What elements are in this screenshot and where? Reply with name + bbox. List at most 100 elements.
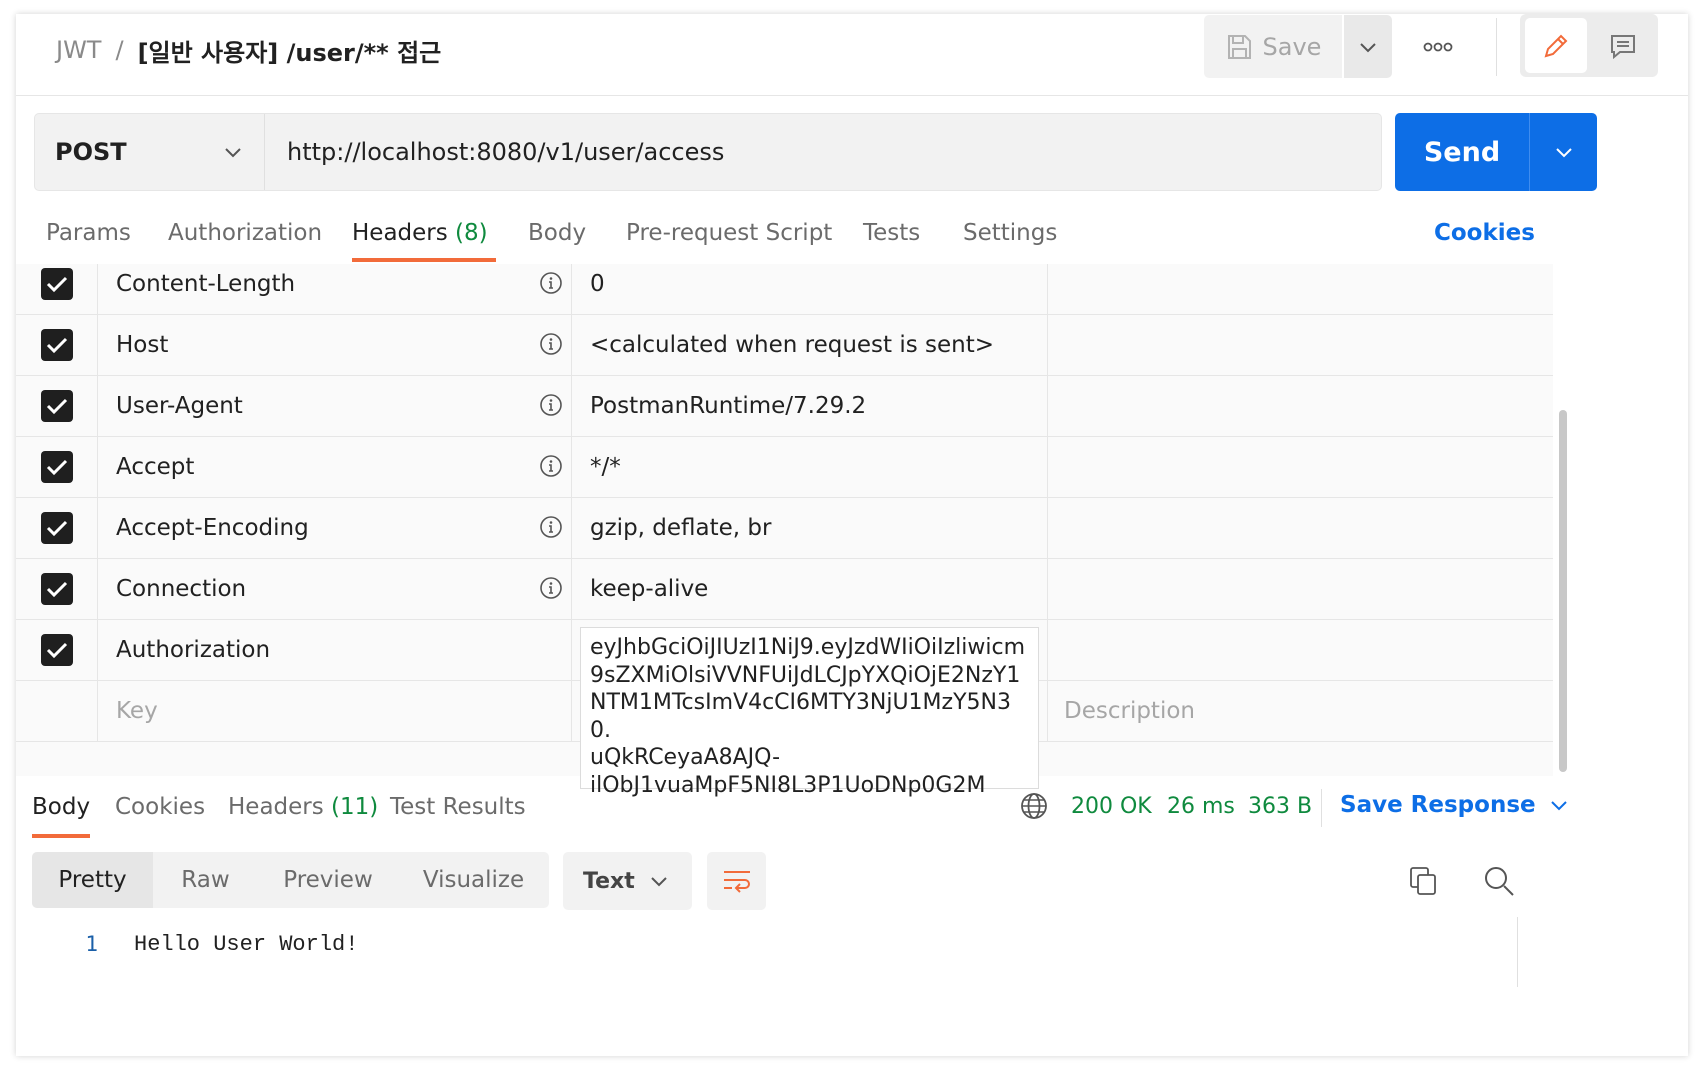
response-body-text[interactable]: Hello User World! <box>134 932 358 957</box>
info-icon[interactable] <box>539 332 563 356</box>
mode-switch <box>1520 14 1658 77</box>
header-value-cell[interactable]: <calculated when request is sent> <box>572 315 1048 375</box>
checkbox-checked-icon <box>46 520 67 537</box>
postman-window: JWT / [일반 사용자] /user/** 접근 Save POST htt… <box>16 14 1688 1056</box>
response-time[interactable]: 26 ms <box>1167 794 1235 819</box>
request-title[interactable]: [일반 사용자] /user/** 접근 <box>138 33 442 68</box>
token-line: 9sZXMiOlsiVVNFUiJdLCJpYXQiOjE2NzY1 <box>590 662 1021 688</box>
header-enabled-checkbox[interactable] <box>40 268 73 300</box>
header-key-cell[interactable]: Accept <box>98 437 572 497</box>
save-button-group: Save <box>1204 15 1392 78</box>
cookies-link[interactable]: Cookies <box>1434 208 1535 246</box>
tab-authorization[interactable]: Authorization <box>168 208 322 262</box>
header-description-cell[interactable] <box>1048 620 1553 680</box>
header-description-cell[interactable] <box>1048 264 1553 314</box>
response-tab-test-results[interactable]: Test Results <box>390 780 526 838</box>
view-visualize[interactable]: Visualize <box>398 852 549 908</box>
status-code[interactable]: 200 OK <box>1071 794 1152 819</box>
tab-pre-request-script[interactable]: Pre-request Script <box>626 208 832 262</box>
header-value-cell[interactable]: PostmanRuntime/7.29.2 <box>572 376 1048 436</box>
header-enabled-checkbox[interactable] <box>40 390 73 422</box>
format-value: Text <box>583 868 635 894</box>
token-line: eyJhbGciOiJIUzI1NiJ9.eyJzdWIiOiIzliwicm <box>590 635 1026 660</box>
token-line: ilObJ1vuaMpF5NI8L3P1UoDNp0G2M <box>590 772 986 798</box>
save-response-button[interactable]: Save Response <box>1340 792 1568 818</box>
header-key-cell[interactable]: Accept-Encoding <box>98 498 572 558</box>
header-description-cell[interactable] <box>1048 437 1553 497</box>
search-icon[interactable] <box>1483 865 1515 897</box>
chevron-down-icon <box>651 877 667 887</box>
header-key-cell[interactable]: Authorization <box>98 620 572 680</box>
edit-mode-button[interactable] <box>1525 18 1587 73</box>
header-key-cell[interactable]: User-Agent <box>98 376 572 436</box>
new-key-input[interactable]: Key <box>98 681 572 741</box>
header-value-cell[interactable]: */* <box>572 437 1048 497</box>
header-enabled-checkbox[interactable] <box>40 634 73 666</box>
header-key-cell[interactable]: Connection <box>98 559 572 619</box>
tab-body[interactable]: Body <box>528 208 586 262</box>
response-headers-count: (11) <box>331 794 379 820</box>
header-value: keep-alive <box>590 576 709 602</box>
response-size[interactable]: 363 B <box>1248 794 1312 819</box>
checkbox-checked-icon <box>46 459 67 476</box>
header-value-cell[interactable]: 0 <box>572 264 1048 314</box>
header-key-cell[interactable]: Content-Length <box>98 264 572 314</box>
breadcrumb-collection[interactable]: JWT <box>56 36 101 64</box>
url-input[interactable]: http://localhost:8080/v1/user/access <box>265 114 1381 190</box>
authorization-value-editor[interactable]: eyJhbGciOiJIUzI1NiJ9.eyJzdWIiOiIzliwicm … <box>580 627 1039 798</box>
header-enabled-checkbox[interactable] <box>40 573 73 605</box>
view-preview[interactable]: Preview <box>258 852 398 908</box>
scrollbar-thumb[interactable] <box>1559 410 1567 772</box>
header-description-cell[interactable] <box>1048 498 1553 558</box>
view-pretty[interactable]: Pretty <box>32 852 153 908</box>
header-description-cell[interactable] <box>1048 376 1553 436</box>
tab-settings[interactable]: Settings <box>963 208 1057 262</box>
send-options-button[interactable] <box>1529 113 1597 191</box>
response-tab-body[interactable]: Body <box>32 780 91 838</box>
header-description-cell[interactable] <box>1048 315 1553 375</box>
view-raw[interactable]: Raw <box>153 852 258 908</box>
header-enabled-checkbox[interactable] <box>40 451 73 483</box>
info-icon[interactable] <box>539 576 563 600</box>
header-enabled-cell <box>16 376 98 436</box>
editor-edge <box>1517 917 1518 987</box>
response-tab-headers[interactable]: Headers (11) <box>228 780 378 838</box>
header-enabled-checkbox[interactable] <box>40 329 73 361</box>
info-icon[interactable] <box>539 515 563 539</box>
save-options-button[interactable] <box>1344 15 1392 78</box>
header-value-cell[interactable]: gzip, deflate, br <box>572 498 1048 558</box>
header-value-cell[interactable]: keep-alive <box>572 559 1048 619</box>
header-description-cell[interactable] <box>1048 559 1553 619</box>
header-key-cell[interactable]: Host <box>98 315 572 375</box>
method-value: POST <box>55 138 127 166</box>
comment-icon <box>1611 34 1635 59</box>
format-select[interactable]: Text <box>563 852 692 910</box>
comments-button[interactable] <box>1592 18 1654 73</box>
info-icon[interactable] <box>539 271 563 295</box>
tab-params[interactable]: Params <box>46 208 131 262</box>
info-icon[interactable] <box>539 454 563 478</box>
new-description-input[interactable]: Description <box>1048 681 1553 741</box>
send-button-group: Send <box>1395 113 1597 191</box>
tab-tests[interactable]: Tests <box>863 208 920 262</box>
send-button[interactable]: Send <box>1395 113 1529 191</box>
header-key: Connection <box>116 576 247 602</box>
save-button[interactable]: Save <box>1204 15 1342 78</box>
headers-scrollbar[interactable] <box>1556 264 1570 776</box>
header-key: Content-Length <box>116 271 296 297</box>
chevron-down-icon <box>1360 42 1376 52</box>
header-enabled-checkbox[interactable] <box>40 512 73 544</box>
breadcrumb: JWT / [일반 사용자] /user/** 접근 <box>56 28 441 72</box>
save-icon <box>1227 34 1251 59</box>
header-key: Authorization <box>116 637 271 663</box>
header-row: User-Agent PostmanRuntime/7.29.2 <box>16 376 1553 437</box>
wrap-lines-button[interactable] <box>707 852 766 910</box>
header-row: Accept */* <box>16 437 1553 498</box>
method-select[interactable]: POST <box>35 114 265 190</box>
response-tab-cookies[interactable]: Cookies <box>115 780 205 838</box>
tab-headers[interactable]: Headers (8) <box>352 208 496 262</box>
copy-icon[interactable] <box>1408 865 1438 897</box>
info-icon[interactable] <box>539 393 563 417</box>
pencil-icon <box>1544 34 1568 57</box>
more-actions-button[interactable] <box>1412 32 1464 62</box>
